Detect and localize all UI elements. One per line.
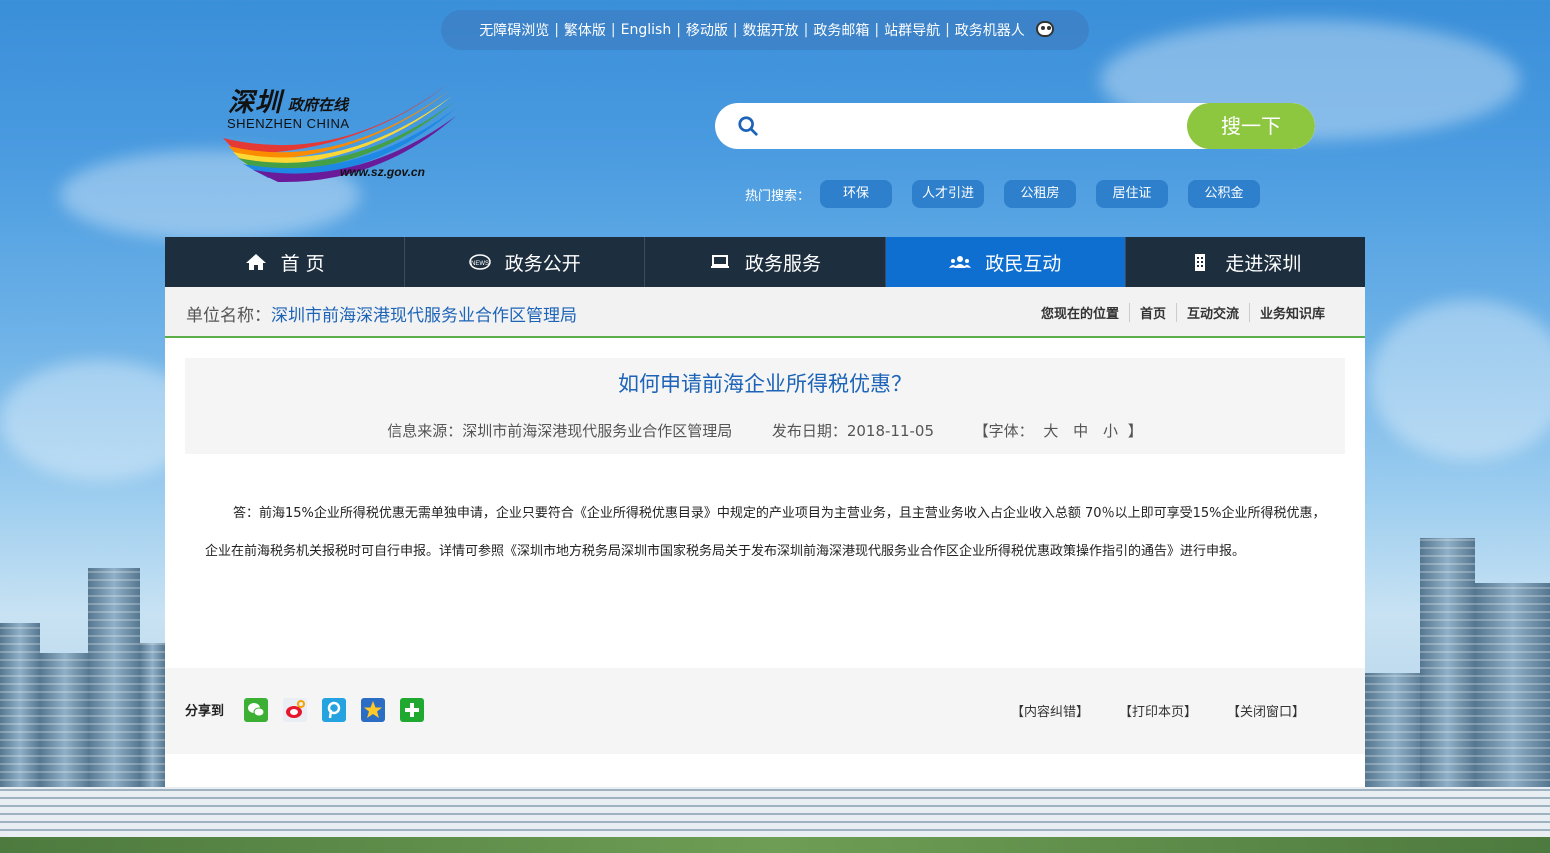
breadcrumb-label: 您现在的位置 (1031, 303, 1130, 322)
article-date: 2018-11-05 (846, 422, 935, 440)
monitor-icon (711, 255, 729, 268)
article-title: 如何申请前海企业所得税优惠？ (618, 372, 912, 396)
svg-text:NEWS: NEWS (471, 261, 489, 267)
cloud (1370, 300, 1550, 460)
print-page-button[interactable]: 【打印本页】 (1119, 701, 1197, 720)
unit-label: 单位名称： (186, 306, 271, 326)
weibo-icon[interactable] (283, 698, 307, 722)
home-icon (245, 254, 266, 270)
hot-search-label: 热门搜索： (745, 188, 811, 204)
users-icon (949, 256, 972, 268)
nav-item-label: 政务公开 (504, 252, 581, 275)
nav-item-interaction[interactable]: 政民互动 (885, 237, 1126, 287)
hot-search: 热门搜索： 环保 人才引进 公租房 居住证 公积金 (745, 180, 1280, 208)
breadcrumb: 您现在的位置 首页 互动交流 业务知识库 (1031, 303, 1335, 322)
nav-item-home[interactable]: 首 页 (165, 237, 406, 287)
font-size-label: 【字体： (973, 422, 1034, 440)
unit-name-link[interactable]: 深圳市前海深港现代服务业合作区管理局 (271, 306, 577, 326)
article-header: 如何申请前海企业所得税优惠？ 信息来源：深圳市前海深港现代服务业合作区管理局 发… (185, 358, 1345, 454)
site-navigation-link[interactable]: 站群导航 (879, 20, 945, 40)
english-link[interactable]: English (616, 22, 677, 38)
traditional-chinese-link[interactable]: 繁体版 (559, 20, 611, 40)
gov-robot-link[interactable]: 政务机器人 (950, 20, 1030, 40)
share-icons (244, 698, 439, 722)
accessibility-link[interactable]: 无障碍浏览 (474, 20, 554, 40)
nav-item-label: 政务服务 (745, 252, 822, 275)
share-label: 分享到 (185, 704, 225, 719)
unit-bar: 单位名称：深圳市前海深港现代服务业合作区管理局 您现在的位置 首页 互动交流 业… (165, 287, 1365, 338)
nav-item-label: 政民互动 (985, 252, 1062, 275)
hot-tag-environment[interactable]: 环保 (820, 180, 893, 208)
nav-item-gov-affairs[interactable]: NEWS 政务公开 (405, 237, 646, 287)
mobile-link[interactable]: 移动版 (681, 20, 733, 40)
close-window-button[interactable]: 【关闭窗口】 (1227, 701, 1305, 720)
hot-tag-housing-fund[interactable]: 公积金 (1188, 180, 1261, 208)
report-error-button[interactable]: 【内容纠错】 (1011, 701, 1089, 720)
nav-item-gov-services[interactable]: 政务服务 (645, 237, 886, 287)
hot-tag-residence-permit[interactable]: 居住证 (1096, 180, 1169, 208)
hot-tag-public-housing[interactable]: 公租房 (1004, 180, 1077, 208)
font-size-large[interactable]: 大 (1038, 422, 1063, 440)
content-panel: 单位名称：深圳市前海深港现代服务业合作区管理局 您现在的位置 首页 互动交流 业… (165, 287, 1365, 787)
source-label: 信息来源： (387, 422, 463, 440)
logo-url: www.sz.gov.cn (340, 165, 425, 179)
article-source: 深圳市前海深港现代服务业合作区管理局 (462, 422, 733, 440)
search-button[interactable]: 搜一下 (1187, 103, 1315, 149)
open-data-link[interactable]: 数据开放 (738, 20, 804, 40)
nav-item-label: 走进深圳 (1225, 252, 1302, 275)
breadcrumb-home[interactable]: 首页 (1130, 303, 1177, 322)
search-input[interactable] (773, 103, 1183, 149)
share-bar: 分享到 【内容纠错】 【打印本页】 【关闭窗口】 (165, 668, 1365, 754)
tencent-weibo-icon[interactable] (322, 698, 346, 722)
hot-tag-talent[interactable]: 人才引进 (912, 180, 985, 208)
logo-cn-main: 深圳 (228, 88, 283, 118)
breadcrumb-knowledge-base[interactable]: 业务知识库 (1250, 303, 1335, 322)
building-icon (1195, 254, 1206, 271)
article-meta: 信息来源：深圳市前海深港现代服务业合作区管理局 发布日期：2018-11-05 … (185, 420, 1345, 441)
gov-mail-link[interactable]: 政务邮箱 (808, 20, 874, 40)
font-size-medium[interactable]: 中 (1068, 422, 1093, 440)
article-actions: 【内容纠错】 【打印本页】 【关闭窗口】 (981, 701, 1305, 720)
news-icon: NEWS (469, 254, 491, 270)
qzone-icon[interactable] (361, 698, 385, 722)
site-logo[interactable]: 深圳 政府在线 SHENZHEN CHINA www.sz.gov.cn (218, 76, 458, 186)
font-size-small[interactable]: 小 (1098, 422, 1123, 440)
unit-name: 单位名称：深圳市前海深港现代服务业合作区管理局 (186, 301, 577, 326)
font-size-close: 】 (1127, 422, 1143, 440)
breadcrumb-interaction[interactable]: 互动交流 (1177, 303, 1250, 322)
nav-item-label: 首 页 (280, 252, 325, 275)
logo-en: SHENZHEN CHINA (227, 116, 350, 131)
main-nav: 首 页 NEWS 政务公开 政务服务 政民互动 走进深圳 (165, 237, 1365, 287)
wechat-icon[interactable] (244, 698, 268, 722)
top-utility-bar: 无障碍浏览 | 繁体版 | English | 移动版 | 数据开放 | 政务邮箱 | 站群… (441, 10, 1089, 50)
search-icon (738, 116, 758, 136)
date-label: 发布日期： (771, 422, 847, 440)
robot-icon[interactable] (1034, 20, 1056, 40)
logo-cn-sub: 政府在线 (288, 96, 349, 114)
search-box: 搜一下 (715, 103, 1315, 149)
article-body: 答：前海15%企业所得税优惠无需单独申请，企业只要符合《企业所得税优惠目录》中规… (205, 506, 1326, 559)
nav-item-about-shenzhen[interactable]: 走进深圳 (1126, 237, 1365, 287)
more-share-icon[interactable] (400, 698, 424, 722)
